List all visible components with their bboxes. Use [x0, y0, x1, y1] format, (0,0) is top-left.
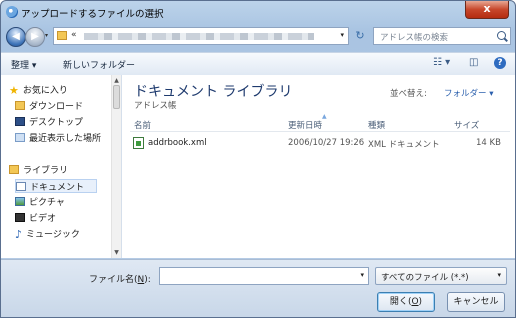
sidebar-item-label: ライブラリ: [23, 166, 69, 176]
sidebar-item-libraries[interactable]: ライブラリ: [9, 163, 68, 177]
file-size: 14 KB: [476, 138, 501, 148]
open-button-label: 開く: [389, 297, 408, 307]
sidebar-item-desktop[interactable]: デスクトップ: [15, 115, 83, 129]
sidebar-scrollbar[interactable]: ▲ ▼: [111, 75, 121, 258]
pictures-icon: [15, 197, 25, 206]
arrange-by-label: 並べ替え:: [390, 89, 427, 99]
desktop-icon: [15, 117, 25, 126]
library-subtitle[interactable]: アドレス帳: [134, 99, 177, 111]
organize-button[interactable]: 整理 ▾: [11, 58, 36, 71]
history-dropdown-icon[interactable]: ▾: [45, 32, 51, 39]
path-text-blurred: [84, 33, 314, 40]
videos-icon: [15, 213, 25, 222]
file-date: 2006/10/27 19:26: [288, 138, 365, 148]
sidebar-item-pictures[interactable]: ピクチャ: [15, 195, 65, 209]
navigation-bar: ◀ ▶ ▾ « ▾ ↻ アドレス帳の検索: [1, 24, 515, 48]
app-icon: [6, 6, 18, 18]
recent-places-icon: [15, 133, 25, 142]
file-list-pane: ドキュメント ライブラリ アドレス帳 並べ替え: フォルダー ▾ ▲ 名前 更新…: [122, 75, 515, 258]
sidebar-item-videos[interactable]: ビデオ: [15, 211, 56, 225]
column-header-size[interactable]: サイズ: [454, 119, 479, 131]
sidebar-item-recent[interactable]: 最近表示した場所: [15, 131, 101, 145]
open-accesskey: O: [411, 297, 419, 307]
refresh-button[interactable]: ↻: [351, 27, 369, 45]
sidebar-item-downloads[interactable]: ダウンロード: [15, 99, 83, 113]
arrange-by-dropdown[interactable]: フォルダー ▾: [444, 87, 493, 99]
sidebar-item-favorites[interactable]: ★ お気に入り: [9, 83, 68, 97]
downloads-folder-icon: [15, 101, 25, 110]
filename-dropdown-icon[interactable]: ▾: [360, 271, 364, 279]
table-row[interactable]: addrbook.xml 2006/10/27 19:26 XML ドキュメント…: [130, 137, 510, 151]
window-title: アップロードするファイルの選択: [21, 9, 164, 20]
sidebar-item-documents[interactable]: ドキュメント: [15, 179, 97, 193]
sidebar-item-label: ミュージック: [26, 230, 80, 240]
file-type-value: すべてのファイル (*.*): [381, 273, 469, 283]
xml-file-icon: [133, 137, 144, 149]
open-button[interactable]: 開く(O): [377, 292, 435, 312]
chevron-down-icon: ▾: [497, 271, 501, 279]
dialog-footer: ファイル名(N): ▾ すべてのファイル (*.*) ▾ 開く(O) キャンセル: [1, 259, 515, 317]
forward-button[interactable]: ▶: [25, 27, 45, 47]
sidebar-item-label: ピクチャ: [29, 198, 65, 208]
search-input[interactable]: アドレス帳の検索: [373, 27, 511, 45]
star-icon: ★: [9, 84, 19, 97]
sort-indicator-icon: ▲: [322, 113, 327, 120]
new-folder-button[interactable]: 新しいフォルダー: [63, 58, 135, 71]
scroll-up-icon[interactable]: ▲: [113, 77, 120, 84]
filename-label: ファイル名(N):: [89, 275, 151, 285]
file-type: XML ドキュメント: [368, 140, 440, 150]
filename-label-text: ファイル名: [89, 275, 135, 285]
search-placeholder: アドレス帳の検索: [380, 33, 449, 43]
sidebar-item-music[interactable]: ♪ ミュージック: [15, 227, 80, 241]
sidebar-item-label: ダウンロード: [29, 102, 84, 112]
file-type-select[interactable]: すべてのファイル (*.*) ▾: [375, 267, 507, 285]
sidebar-item-label: お気に入り: [22, 86, 68, 96]
back-button[interactable]: ◀: [6, 27, 26, 47]
address-bar[interactable]: « ▾: [53, 27, 349, 45]
column-header-name[interactable]: 名前: [134, 119, 151, 131]
scroll-thumb[interactable]: [113, 85, 120, 109]
sidebar-item-label: デスクトップ: [29, 118, 84, 128]
search-icon[interactable]: [497, 31, 506, 40]
file-name: addrbook.xml: [148, 138, 207, 148]
header-divider: [130, 131, 510, 132]
library-icon: [9, 165, 19, 174]
folder-icon: [57, 31, 67, 40]
view-options-icon[interactable]: ☷ ▾: [433, 57, 450, 68]
filename-input[interactable]: ▾: [159, 267, 369, 285]
close-button[interactable]: x: [465, 1, 509, 19]
filename-accesskey: N: [137, 275, 145, 285]
preview-pane-icon[interactable]: ◫: [469, 57, 478, 68]
column-header-type[interactable]: 種類: [368, 119, 385, 131]
sidebar-item-label: ドキュメント: [30, 183, 85, 193]
scroll-down-icon[interactable]: ▼: [113, 249, 120, 256]
address-dropdown-icon[interactable]: ▾: [340, 31, 344, 39]
file-open-dialog: アップロードするファイルの選択 x ◀ ▶ ▾ « ▾ ↻ アドレス帳の検索 整…: [0, 0, 516, 318]
sidebar-item-label: ビデオ: [29, 214, 57, 224]
path-separator[interactable]: «: [71, 30, 77, 40]
cancel-button[interactable]: キャンセル: [447, 292, 505, 312]
library-title: ドキュメント ライブラリ: [134, 84, 293, 100]
music-icon: ♪: [15, 228, 23, 241]
help-icon[interactable]: ?: [494, 57, 506, 69]
title-bar[interactable]: アップロードするファイルの選択 x: [1, 1, 515, 23]
column-header-date[interactable]: 更新日時: [288, 119, 322, 131]
sidebar-item-label: 最近表示した場所: [29, 134, 102, 144]
navigation-pane: ★ お気に入り ダウンロード デスクトップ 最近表示した場所 ライブラリ ドキュメ…: [1, 75, 122, 258]
command-toolbar: 整理 ▾ 新しいフォルダー ☷ ▾ ◫ ?: [1, 52, 515, 76]
documents-icon: [16, 182, 26, 191]
